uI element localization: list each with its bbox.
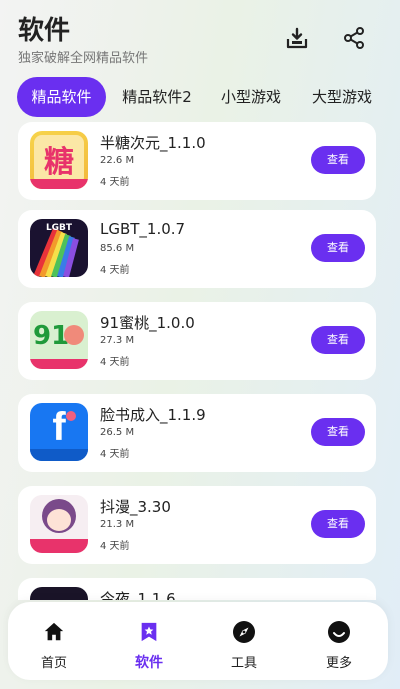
view-button[interactable]: 查看 <box>311 146 365 174</box>
category-tabs: 精品软件 精品软件2 小型游戏 大型游戏 <box>0 77 400 117</box>
app-size: 21.3 M <box>100 519 135 530</box>
bookmark-star-icon <box>137 620 161 644</box>
tab-large-games[interactable]: 大型游戏 <box>302 77 382 117</box>
view-button[interactable]: 查看 <box>311 510 365 538</box>
share-icon[interactable] <box>340 24 368 52</box>
list-item[interactable]: 91 91蜜桃_1.0.0 27.3 M 4 天前 查看 <box>18 302 376 380</box>
app-name: LGBT_1.0.7 <box>100 220 186 238</box>
app-icon: f <box>30 403 88 461</box>
app-size: 85.6 M <box>100 243 135 254</box>
download-icon[interactable] <box>283 24 311 52</box>
list-item[interactable]: 今夜_1.1.6 <box>18 578 376 600</box>
nav-more-label: 更多 <box>325 656 352 671</box>
app-time: 4 天前 <box>100 177 130 188</box>
nav-software-label: 软件 <box>135 655 163 671</box>
page-title: 软件 <box>18 16 71 46</box>
view-button[interactable]: 查看 <box>311 234 365 262</box>
app-icon <box>30 587 88 600</box>
app-time: 4 天前 <box>100 357 130 368</box>
list-item[interactable]: LGBT LGBT_1.0.7 85.6 M 4 天前 查看 <box>18 210 376 288</box>
app-icon <box>30 495 88 553</box>
tab-jingpin[interactable]: 精品软件 <box>17 77 106 117</box>
app-time: 4 天前 <box>100 265 130 276</box>
home-icon <box>42 620 66 644</box>
nav-tools[interactable]: 工具 <box>214 602 274 680</box>
tab-jingpin2[interactable]: 精品软件2 <box>113 77 201 117</box>
app-icon-text: f <box>52 405 66 449</box>
app-name: 半糖次元_1.1.0 <box>100 134 206 152</box>
app-list: 糖 半糖次元_1.1.0 22.6 M 4 天前 查看 LGBT LGBT_1.… <box>0 122 400 600</box>
app-size: 22.6 M <box>100 155 135 166</box>
list-item[interactable]: f 脸书成入_1.1.9 26.5 M 4 天前 查看 <box>18 394 376 472</box>
header: 软件 独家破解全网精品软件 <box>0 0 400 76</box>
app-time: 4 天前 <box>100 541 130 552</box>
app-size: 26.5 M <box>100 427 135 438</box>
app-icon: 糖 <box>30 131 88 189</box>
app-icon: LGBT <box>30 219 88 277</box>
list-item[interactable]: 糖 半糖次元_1.1.0 22.6 M 4 天前 查看 <box>18 122 376 200</box>
app-name: 今夜_1.1.6 <box>100 590 176 600</box>
view-button[interactable]: 查看 <box>311 326 365 354</box>
app-name: 脸书成入_1.1.9 <box>100 406 206 424</box>
bottom-nav: 首页 软件 工具 更多 <box>8 602 388 680</box>
app-icon-text: 糖 <box>44 145 74 180</box>
app-name: 91蜜桃_1.0.0 <box>100 314 195 332</box>
compass-icon <box>232 620 256 644</box>
list-item[interactable]: 抖漫_3.30 21.3 M 4 天前 查看 <box>18 486 376 564</box>
smile-icon <box>327 620 351 644</box>
view-button[interactable]: 查看 <box>311 418 365 446</box>
nav-more[interactable]: 更多 <box>309 602 369 680</box>
page-subtitle: 独家破解全网精品软件 <box>18 51 149 66</box>
nav-home[interactable]: 首页 <box>24 602 84 680</box>
app-size: 27.3 M <box>100 335 135 346</box>
app-icon-text: LGBT <box>45 223 73 233</box>
nav-software[interactable]: 软件 <box>119 602 179 680</box>
app-time: 4 天前 <box>100 449 130 460</box>
tab-small-games[interactable]: 小型游戏 <box>211 77 291 117</box>
app-icon: 91 <box>30 311 88 369</box>
nav-home-label: 首页 <box>40 656 67 671</box>
nav-tools-label: 工具 <box>230 656 257 671</box>
app-name: 抖漫_3.30 <box>100 498 171 516</box>
